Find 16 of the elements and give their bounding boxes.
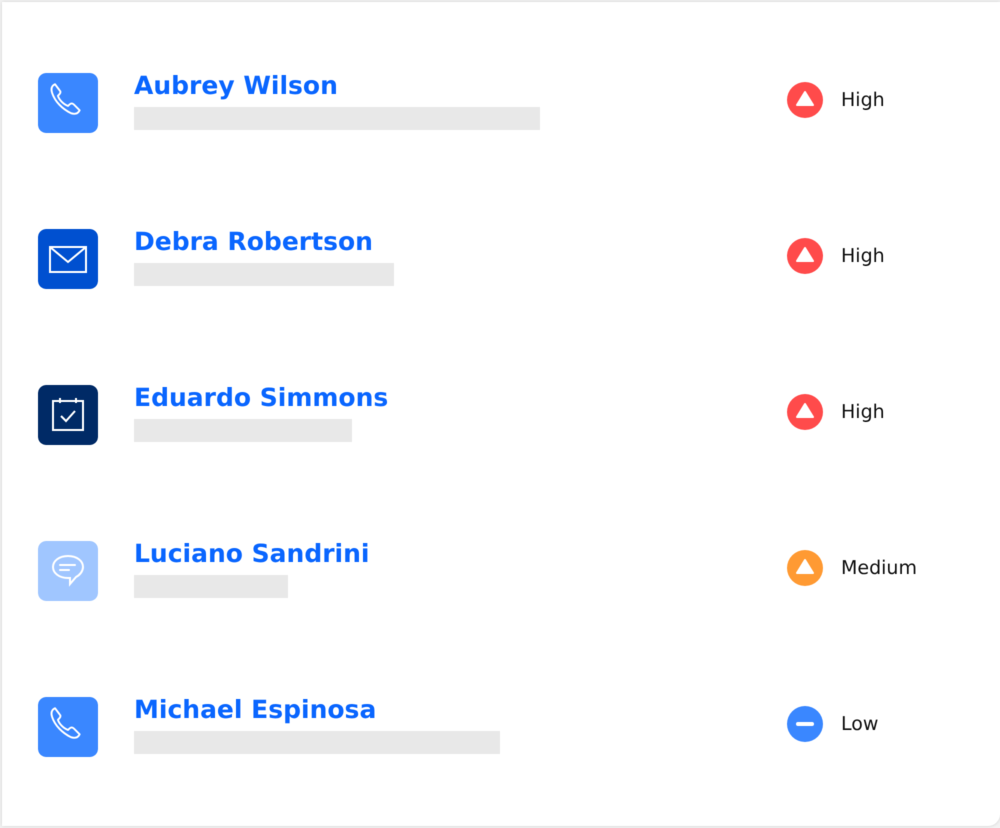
chat-bubble-icon bbox=[38, 541, 98, 601]
phone-icon bbox=[38, 73, 98, 133]
contact-name[interactable]: Aubrey Wilson bbox=[134, 69, 338, 103]
priority-label: High bbox=[841, 401, 885, 423]
contact-name[interactable]: Michael Espinosa bbox=[134, 693, 376, 727]
priority-label: High bbox=[841, 245, 885, 267]
phone-icon bbox=[38, 697, 98, 757]
envelope-icon bbox=[38, 229, 98, 289]
contact-name[interactable]: Luciano Sandrini bbox=[134, 537, 370, 571]
minus-icon bbox=[787, 706, 823, 742]
priority-label: High bbox=[841, 89, 885, 111]
priority-label: Low bbox=[841, 713, 878, 735]
contact-name[interactable]: Eduardo Simmons bbox=[134, 381, 388, 415]
priority-label: Medium bbox=[841, 557, 917, 579]
calendar-check-icon bbox=[38, 385, 98, 445]
contact-name[interactable]: Debra Robertson bbox=[134, 225, 373, 259]
